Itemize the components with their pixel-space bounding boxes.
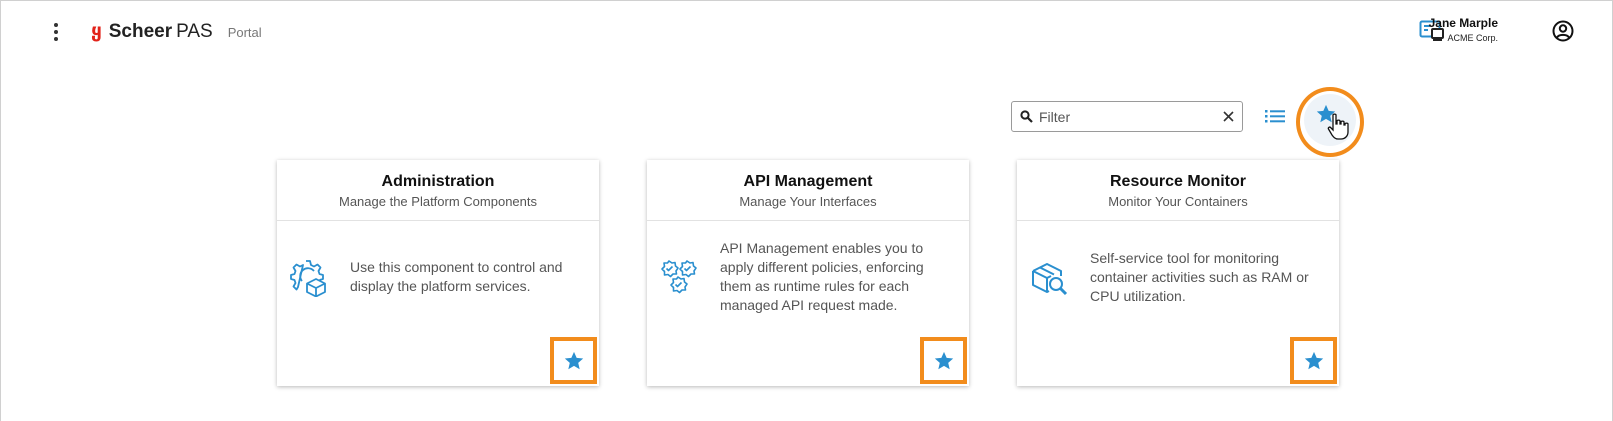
card-title: API Management [743,173,873,190]
card-body: Self-service tool for monitoring contain… [1017,222,1339,332]
card-title: Resource Monitor [1109,173,1246,190]
card-body: API Management enables you to apply diff… [647,222,969,332]
filter-field[interactable] [1011,101,1243,132]
star-icon [1304,351,1323,369]
list-icon[interactable] [1264,107,1286,125]
favorite-button[interactable] [920,337,967,384]
card-description: API Management enables you to apply diff… [720,240,924,313]
card-subtitle: Monitor Your Containers [1108,194,1248,209]
card-body: Use this component to control and displa… [277,222,599,332]
card-subtitle: Manage Your Interfaces [739,194,877,209]
user-info[interactable]: Jane Marple ACME Corp. [1429,16,1498,43]
app-card-api-management[interactable]: API Management Manage Your Interfaces AP… [647,160,969,386]
card-header: Administration Manage the Platform Compo… [277,160,599,221]
card-header: API Management Manage Your Interfaces [647,160,969,221]
user-org: ACME Corp. [1447,33,1498,43]
account-circle-icon[interactable] [1552,20,1574,42]
favorites-toggle-button[interactable] [1304,94,1356,146]
scheer-logo-mark: ყ [91,20,102,42]
close-icon[interactable] [1223,111,1234,122]
star-icon [564,351,583,369]
section-name: Portal [227,25,262,40]
more-vert-icon[interactable] [44,18,68,46]
app-card-administration[interactable]: Administration Manage the Platform Compo… [277,160,599,386]
shield-check-icon [661,260,697,294]
star-icon [934,351,953,369]
favorite-button[interactable] [550,337,597,384]
search-icon [1020,110,1033,123]
card-header: Resource Monitor Monitor Your Containers [1017,160,1339,221]
card-title: Administration [381,173,495,190]
star-icon [1316,104,1336,123]
brand-name: Scheer [108,21,173,42]
container-search-icon [1032,263,1068,296]
user-name: Jane Marple [1428,16,1498,30]
card-description: Use this component to control and displa… [350,259,563,294]
product-name: PAS [176,21,213,42]
card-description: Self-service tool for monitoring contain… [1090,249,1309,304]
filter-input[interactable] [1039,108,1209,125]
app-card-resource-monitor[interactable]: Resource Monitor Monitor Your Containers… [1017,160,1339,386]
app-logo[interactable]: ყ Scheer PAS Portal [91,20,262,43]
favorite-button[interactable] [1290,337,1337,384]
gear-cube-icon [290,260,326,297]
card-subtitle: Manage the Platform Components [339,194,537,209]
